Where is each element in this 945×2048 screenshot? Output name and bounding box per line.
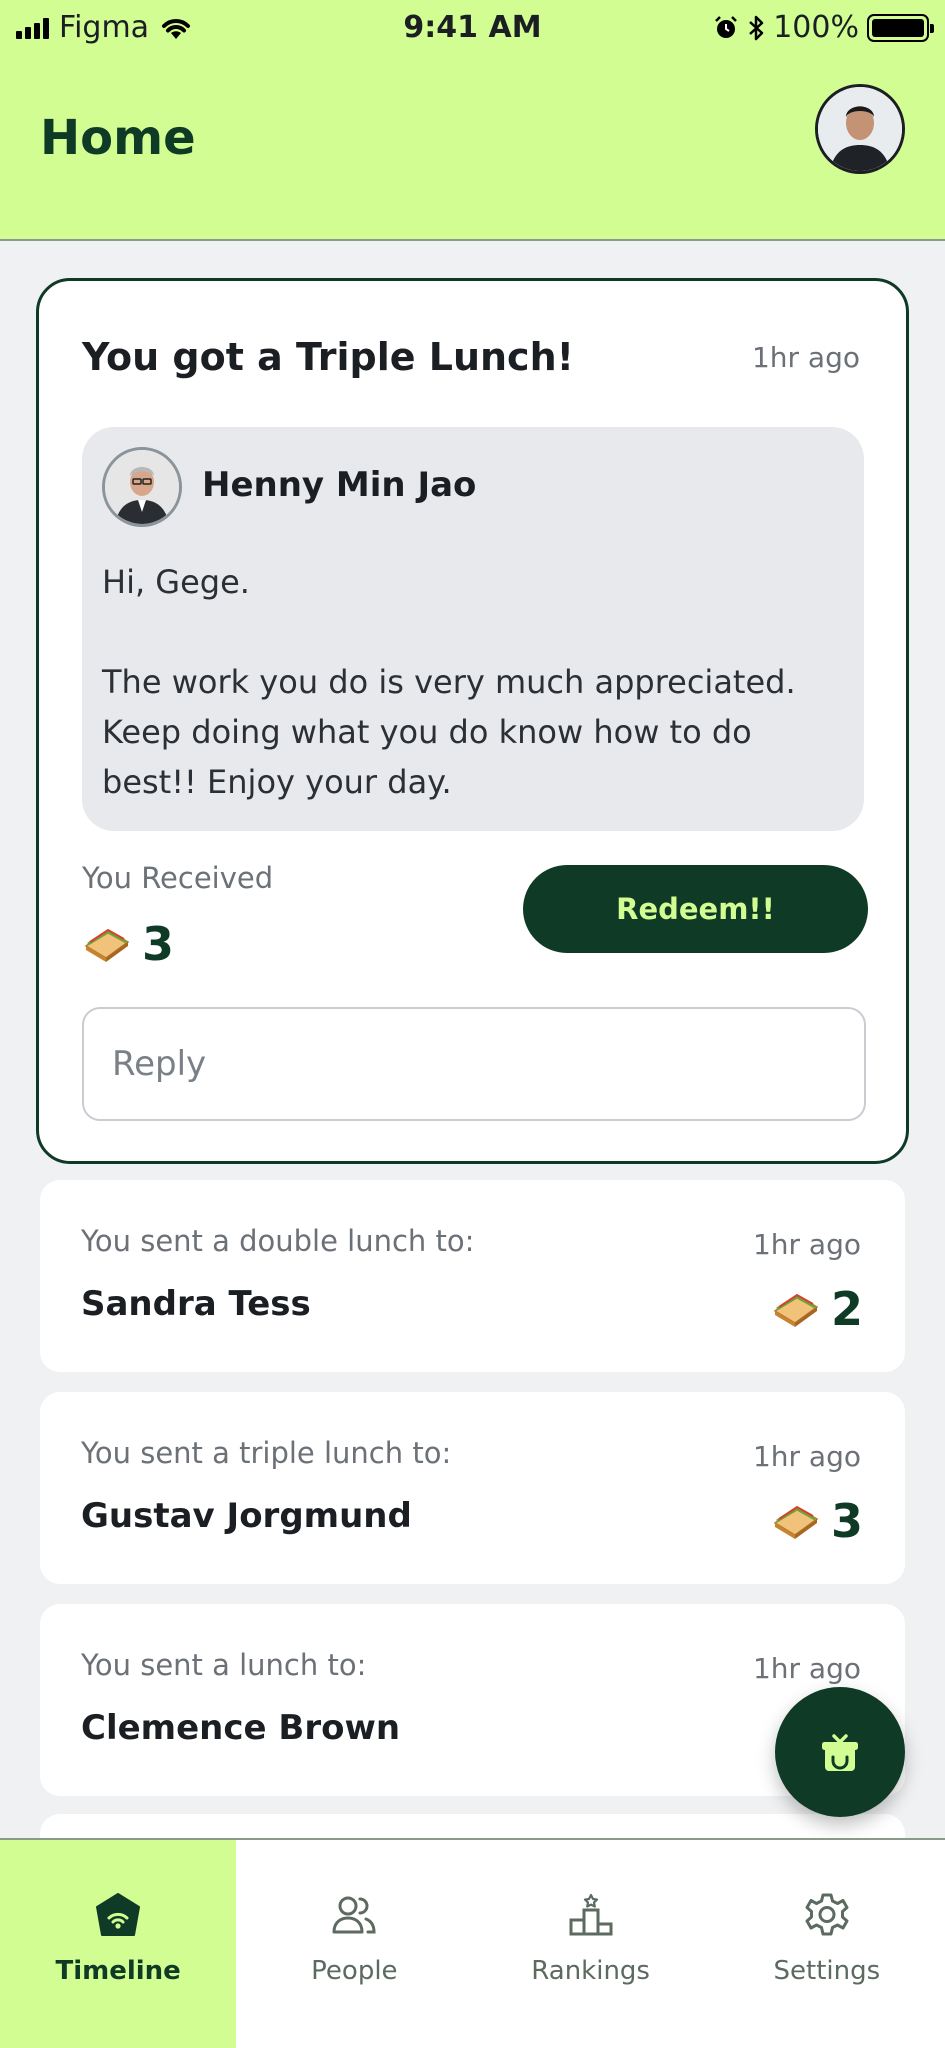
activity-card[interactable]: You sent a triple lunch to: Gustav Jorgm…: [40, 1392, 905, 1584]
activity-count: 3: [830, 1494, 863, 1548]
activity-label: You sent a double lunch to:: [81, 1224, 475, 1258]
send-lunch-button[interactable]: [775, 1687, 905, 1817]
sender-avatar-image: [105, 450, 179, 524]
activity-recipient: Gustav Jorgmund: [81, 1496, 412, 1536]
activity-label: You sent a lunch to:: [81, 1648, 367, 1682]
featured-time: 1hr ago: [751, 341, 860, 374]
timeline-icon: [96, 1893, 141, 1936]
tab-label: Timeline: [55, 1956, 181, 1986]
featured-lunch-card: You got a Triple Lunch! 1hr ago Henny Mi…: [36, 278, 909, 1164]
message-line: The work you do is very much appreciated…: [102, 663, 796, 801]
activity-card[interactable]: You sent a double lunch to: Sandra Tess …: [40, 1180, 905, 1372]
reply-input[interactable]: [82, 1007, 866, 1121]
message-bubble: Henny Min Jao Hi, Gege. The work you do …: [82, 427, 864, 831]
tab-timeline[interactable]: Timeline: [0, 1840, 237, 2048]
people-icon: [332, 1896, 376, 1934]
activity-recipient: Clemence Brown: [81, 1708, 401, 1748]
gift-basket-icon: [822, 1734, 858, 1771]
sandwich-icon: [773, 1293, 819, 1327]
tab-label: People: [311, 1956, 398, 1986]
received-count: 3: [142, 917, 175, 971]
profile-avatar-image: [818, 87, 902, 171]
bluetooth-icon: [749, 15, 764, 40]
alarm-icon: [715, 15, 738, 38]
battery-percent: 100%: [773, 10, 859, 45]
activity-time: 1hr ago: [752, 1228, 861, 1261]
status-bar: Figma 9:41 AM 100%: [0, 0, 945, 56]
activity-count: 2: [830, 1282, 863, 1336]
settings-icon: [805, 1893, 849, 1936]
sender-name: Henny Min Jao: [202, 465, 477, 505]
activity-card[interactable]: You sent a lunch to: Clemence Brown 1hr …: [40, 1604, 905, 1796]
bottom-tab-bar: Timeline People Rankings Settings: [0, 1838, 945, 2048]
activity-time: 1hr ago: [752, 1652, 861, 1685]
redeem-button[interactable]: Redeem!!: [523, 865, 868, 953]
battery-icon: [867, 13, 934, 42]
page-title: Home: [40, 110, 196, 166]
activity-label: You sent a triple lunch to:: [81, 1436, 452, 1470]
message-text: Hi, Gege. The work you do is very much a…: [102, 557, 852, 807]
rankings-icon: [569, 1893, 613, 1936]
activity-quantity: 2: [771, 1282, 863, 1336]
sandwich-icon: [773, 1505, 819, 1539]
tab-label: Rankings: [531, 1956, 650, 1986]
tab-label: Settings: [773, 1956, 881, 1986]
sender-avatar: [102, 447, 182, 527]
sandwich-icon: [84, 928, 130, 962]
activity-recipient: Sandra Tess: [81, 1284, 311, 1324]
received-quantity: 3: [82, 917, 174, 971]
message-line: Hi, Gege.: [102, 563, 250, 601]
tab-rankings[interactable]: Rankings: [473, 1840, 709, 2048]
status-right: 100%: [713, 10, 934, 45]
profile-avatar[interactable]: [815, 84, 905, 174]
activity-quantity: 3: [771, 1494, 863, 1548]
featured-title: You got a Triple Lunch!: [82, 335, 574, 379]
tab-settings[interactable]: Settings: [709, 1840, 945, 2048]
tab-people[interactable]: People: [236, 1840, 472, 2048]
received-label: You Received: [82, 861, 274, 895]
activity-time: 1hr ago: [752, 1440, 861, 1473]
header-bar: Figma 9:41 AM 100% Home: [0, 0, 945, 241]
